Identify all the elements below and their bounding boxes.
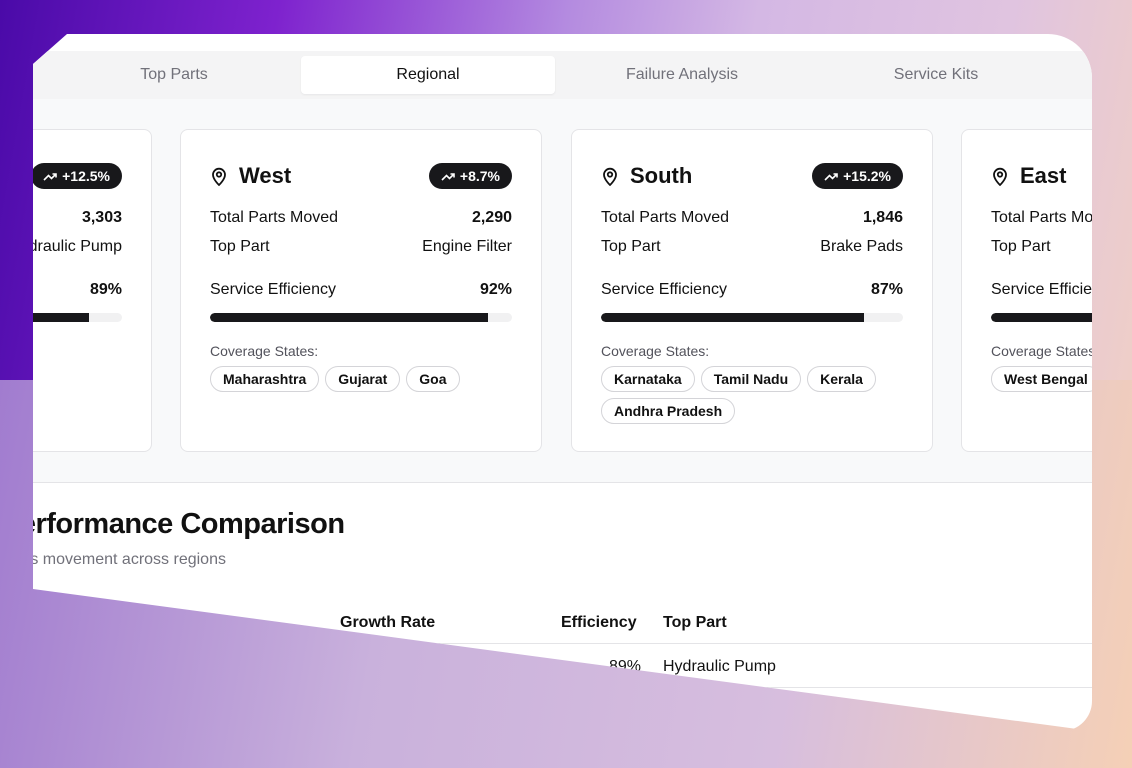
total-parts-row-value: 3,303 xyxy=(81,209,122,226)
region-name: East xyxy=(1020,163,1067,188)
coverage-label: Coverage States: xyxy=(601,343,710,359)
tab-failure-analysis[interactable]: Failure Analysis xyxy=(555,56,809,94)
map-pin-icon xyxy=(993,167,1007,186)
growth-badge: +15.2% xyxy=(812,163,903,189)
total-parts-row: Total Parts Moved3,303 xyxy=(33,209,122,227)
efficiency-row-value: 92% xyxy=(479,281,512,298)
coverage-states: Karnataka Tamil Nadu Kerala Andhra Pradesh xyxy=(601,366,912,424)
efficiency-bar-fill xyxy=(991,313,1092,322)
growth-badge: +8.7% xyxy=(428,163,512,189)
region-card-south: South +15.2% Total Parts Moved 1,846 Top Par… xyxy=(571,129,933,452)
coverage-states: West Bengal xyxy=(991,366,1092,392)
efficiency-bar xyxy=(33,313,122,322)
total-parts-row: Total Parts Moved xyxy=(991,209,1092,227)
efficiency-bar-fill xyxy=(210,313,488,322)
top-part-row: Top PartHydraulic Pump xyxy=(33,238,122,256)
efficiency-row-label: Service Efficiency xyxy=(210,281,336,298)
state-chip: Karnataka xyxy=(601,366,695,392)
tab-bar: Top Parts Regional Failure Analysis Serv… xyxy=(33,51,1092,99)
total-parts-row-label: Total Parts Moved xyxy=(991,209,1092,226)
top-part-row-value: Brake Pads xyxy=(820,238,903,255)
total-parts-row-value: 1,846 xyxy=(862,209,903,226)
efficiency-row: Service Efficiency 92% xyxy=(210,281,512,299)
state-chip: Kerala xyxy=(807,366,876,392)
total-parts-row-label: Total Parts Moved xyxy=(601,209,730,226)
section-title: Performance Comparison xyxy=(33,508,345,540)
state-chip: Tamil Nadu xyxy=(700,366,802,392)
map-pin-icon xyxy=(212,167,226,186)
efficiency-row: Service Efficiency 87% xyxy=(601,281,903,299)
efficiency-bar xyxy=(601,313,903,322)
state-chip: West Bengal xyxy=(991,366,1092,392)
top-part-row-value: Hydraulic Pump xyxy=(33,238,122,255)
trending-up-icon xyxy=(824,173,838,181)
region-name: West xyxy=(239,163,292,188)
tab-service-kits[interactable]: Service Kits xyxy=(809,56,1063,94)
growth-value: +15.2% xyxy=(843,168,891,184)
col-top-part[interactable]: Top Part xyxy=(663,614,727,632)
region-card-header: West +8.7% xyxy=(210,162,512,190)
efficiency-bar-fill xyxy=(33,313,89,322)
top-part-row: Top Part xyxy=(991,238,1092,256)
region-card-north: North+12.5% Total Parts Moved3,303 Top Par… xyxy=(33,129,152,452)
efficiency-row: Service Efficiency xyxy=(991,281,1092,299)
cell-top-part: Hydraulic Pump xyxy=(663,658,776,675)
efficiency-row-value: 89% xyxy=(89,281,122,298)
region-name: South xyxy=(630,163,693,188)
col-efficiency[interactable]: Efficiency xyxy=(561,614,637,632)
efficiency-bar-fill xyxy=(601,313,864,322)
total-parts-row-value: 2,290 xyxy=(471,209,512,226)
state-chip: Andhra Pradesh xyxy=(601,398,736,424)
efficiency-row-label: Service Efficiency xyxy=(601,281,727,298)
state-chip: Maharashtra xyxy=(210,366,320,392)
trending-up-icon xyxy=(441,173,455,181)
tab-regional[interactable]: Regional xyxy=(301,56,555,94)
total-parts-row-label: Total Parts Moved xyxy=(210,209,339,226)
efficiency-bar xyxy=(991,313,1092,322)
state-chip: Gujarat xyxy=(325,366,401,392)
top-part-row-label: Top Part xyxy=(210,238,270,255)
top-part-row: Top Part Brake Pads xyxy=(601,238,903,256)
growth-badge: +12.5% xyxy=(33,163,122,189)
coverage-label: Coverage States: xyxy=(991,343,1092,359)
total-parts-row: Total Parts Moved 1,846 xyxy=(601,209,903,227)
coverage-label: Coverage States: xyxy=(210,343,319,359)
top-part-row-value: Engine Filter xyxy=(422,238,512,255)
region-card-east: East Total Parts Moved Top Part Service Eff… xyxy=(961,129,1092,452)
coverage-states: Maharashtra Gujarat Goa xyxy=(210,366,521,392)
region-card-west: West +8.7% Total Parts Moved 2,290 Top Part E… xyxy=(180,129,542,452)
region-card-header: South +15.2% xyxy=(601,162,903,190)
efficiency-row: Service Efficiency89% xyxy=(33,281,122,299)
efficiency-row-value: 87% xyxy=(870,281,903,298)
col-growth-rate[interactable]: Growth Rate xyxy=(340,614,435,632)
top-part-row: Top Part Engine Filter xyxy=(210,238,512,256)
section-subtitle: Parts movement across regions xyxy=(33,551,226,568)
region-card-header: North+12.5% xyxy=(33,162,122,190)
growth-value: +12.5% xyxy=(62,168,110,184)
growth-value: +8.7% xyxy=(459,168,500,184)
map-pin-icon xyxy=(603,167,617,186)
trending-up-icon xyxy=(43,173,57,181)
total-parts-row: Total Parts Moved 2,290 xyxy=(210,209,512,227)
efficiency-row-label: Service Efficiency xyxy=(991,281,1092,298)
top-part-row-label: Top Part xyxy=(601,238,661,255)
region-card-header: East xyxy=(991,162,1092,190)
tab-top-parts[interactable]: Top Parts xyxy=(47,56,301,94)
region-cards-area: North+12.5%Total Parts Moved3,303Top Par… xyxy=(33,99,1092,483)
state-chip: Goa xyxy=(406,366,460,392)
efficiency-bar xyxy=(210,313,512,322)
top-part-row-label: Top Part xyxy=(991,238,1051,255)
